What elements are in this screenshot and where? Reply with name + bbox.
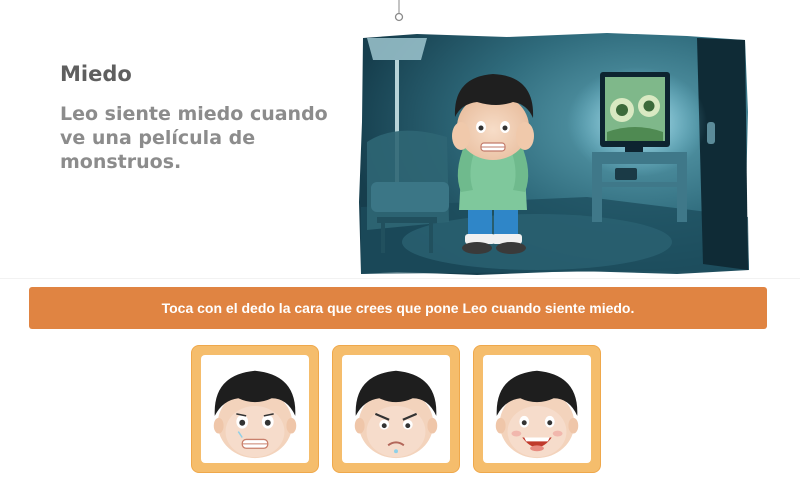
- scene-description: Leo siente miedo cuando ve una película …: [60, 103, 328, 173]
- face-choice-angry[interactable]: [332, 345, 460, 473]
- section-divider: [0, 278, 800, 279]
- hanging-hook-icon: [394, 0, 404, 22]
- angry-face-icon: [354, 370, 438, 459]
- happy-face-icon: [495, 370, 579, 459]
- instruction-banner: Toca con el dedo la cara que crees que p…: [29, 287, 767, 329]
- card-inner: [201, 355, 309, 463]
- card-inner: [483, 355, 591, 463]
- scared-face-icon: [213, 370, 297, 459]
- face-choice-happy[interactable]: [473, 345, 601, 473]
- card-inner: [342, 355, 450, 463]
- face-choice-scared[interactable]: [191, 345, 319, 473]
- scene-illustration: [357, 32, 750, 277]
- page-title: Miedo: [60, 62, 132, 86]
- face-choices: [191, 345, 603, 475]
- instruction-text: Toca con el dedo la cara que crees que p…: [161, 300, 635, 316]
